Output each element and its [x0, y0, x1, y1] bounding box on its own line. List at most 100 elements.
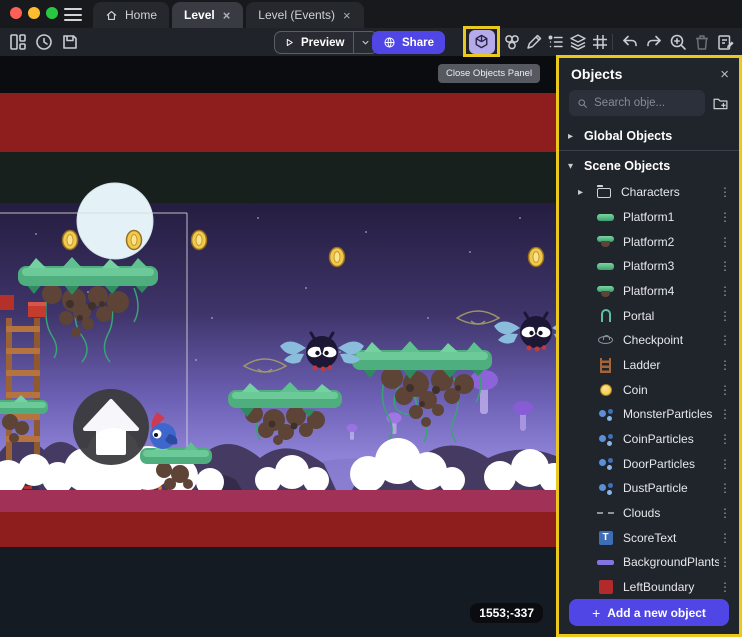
- add-folder-icon[interactable]: [712, 95, 729, 112]
- tab-bar: Home Level × Level (Events) ×: [93, 2, 364, 28]
- tab-level[interactable]: Level ×: [172, 2, 243, 28]
- kebab-menu-icon[interactable]: ⋮: [719, 259, 731, 273]
- preview-label: Preview: [301, 37, 344, 49]
- scene-bottom-void: [0, 547, 556, 637]
- object-row-dustparticle[interactable]: DustParticle ⋮: [559, 476, 739, 501]
- kebab-menu-icon[interactable]: ⋮: [719, 506, 731, 520]
- titlebar: Home Level × Level (Events) ×: [0, 0, 742, 28]
- history-icon[interactable]: [34, 32, 54, 52]
- toolbar-separator: [612, 34, 613, 50]
- object-row-ladder[interactable]: Ladder ⋮: [559, 353, 739, 378]
- object-row-checkpoint[interactable]: Checkpoint ⋮: [559, 328, 739, 353]
- zoom-in-icon[interactable]: [668, 32, 688, 52]
- kebab-menu-icon[interactable]: ⋮: [719, 210, 731, 224]
- grid-icon[interactable]: [590, 32, 610, 52]
- text-thumbnail-icon: [599, 531, 613, 545]
- kebab-menu-icon[interactable]: ⋮: [719, 333, 731, 347]
- toolbar: Preview Share: [0, 28, 742, 56]
- search-input-wrapper[interactable]: [569, 90, 705, 116]
- undo-icon[interactable]: [620, 32, 640, 52]
- tab-close-icon[interactable]: ×: [342, 9, 352, 22]
- add-object-label: Add a new object: [607, 606, 706, 620]
- tooltip-text: Close Objects Panel: [446, 68, 532, 79]
- tab-home[interactable]: Home: [93, 2, 169, 28]
- tab-level-events[interactable]: Level (Events) ×: [246, 2, 363, 28]
- kebab-menu-icon[interactable]: ⋮: [719, 185, 731, 199]
- object-folder-characters[interactable]: ▸ Characters ⋮: [559, 180, 739, 205]
- kebab-menu-icon[interactable]: ⋮: [719, 580, 731, 594]
- object-row-platform4[interactable]: Platform4 ⋮: [559, 279, 739, 304]
- tooltip: Close Objects Panel: [438, 64, 540, 83]
- platform-thumbnail-icon: [597, 263, 614, 270]
- layers-icon[interactable]: [568, 32, 588, 52]
- chevron-right-icon[interactable]: ▸: [578, 187, 587, 198]
- main-menu-icon[interactable]: [64, 8, 82, 21]
- scene-properties-icon[interactable]: [716, 32, 736, 52]
- object-row-backgroundplants[interactable]: BackgroundPlants ⋮: [559, 550, 739, 575]
- particles-thumbnail-icon: [598, 407, 613, 422]
- search-input[interactable]: [594, 97, 697, 109]
- kebab-menu-icon[interactable]: ⋮: [719, 555, 731, 569]
- platform-thumbnail-icon: [597, 286, 614, 297]
- kebab-menu-icon[interactable]: ⋮: [719, 235, 731, 249]
- redo-icon[interactable]: [644, 32, 664, 52]
- object-row-platform2[interactable]: Platform2 ⋮: [559, 229, 739, 254]
- kebab-menu-icon[interactable]: ⋮: [719, 457, 731, 471]
- preview-button[interactable]: Preview: [274, 31, 378, 54]
- kebab-menu-icon[interactable]: ⋮: [719, 432, 731, 446]
- object-row-coin[interactable]: Coin ⋮: [559, 377, 739, 402]
- ladder-thumbnail-icon: [600, 358, 611, 373]
- object-groups-icon[interactable]: [546, 32, 566, 52]
- kebab-menu-icon[interactable]: ⋮: [719, 358, 731, 372]
- share-button[interactable]: Share: [372, 31, 445, 54]
- plus-icon: +: [592, 605, 600, 621]
- window-close-button[interactable]: [10, 7, 22, 19]
- kebab-menu-icon[interactable]: ⋮: [719, 309, 731, 323]
- bottom-boundary-band[interactable]: [0, 512, 556, 547]
- panels-layout-icon[interactable]: [8, 32, 28, 52]
- bottom-magenta-band: [0, 490, 556, 512]
- particles-thumbnail-icon: [598, 432, 613, 447]
- save-icon[interactable]: [60, 32, 80, 52]
- section-global-objects[interactable]: ▸ Global Objects: [559, 124, 739, 148]
- object-row-doorparticles[interactable]: DoorParticles ⋮: [559, 451, 739, 476]
- object-row-leftboundary[interactable]: LeftBoundary ⋮: [559, 575, 739, 600]
- kebab-menu-icon[interactable]: ⋮: [719, 407, 731, 421]
- pencil-icon[interactable]: [524, 32, 544, 52]
- jump-button-object[interactable]: [73, 389, 149, 465]
- chevron-right-icon[interactable]: ▸: [568, 131, 577, 142]
- window-minimize-button[interactable]: [28, 7, 40, 19]
- instances-icon[interactable]: [502, 32, 522, 52]
- chevron-down-icon: [360, 37, 371, 48]
- section-scene-objects[interactable]: ▾ Scene Objects: [559, 154, 739, 178]
- scene-canvas[interactable]: 1553;-337: [0, 56, 556, 637]
- object-row-monsterparticles[interactable]: MonsterParticles ⋮: [559, 402, 739, 427]
- moon-object[interactable]: [77, 183, 153, 259]
- kebab-menu-icon[interactable]: ⋮: [719, 481, 731, 495]
- portal-thumbnail-icon: [601, 309, 611, 322]
- object-row-scoretext[interactable]: ScoreText ⋮: [559, 525, 739, 550]
- dark-band: [0, 152, 556, 203]
- object-row-coinparticles[interactable]: CoinParticles ⋮: [559, 427, 739, 452]
- app-window: Home Level × Level (Events) × Preview: [0, 0, 742, 637]
- object-row-clouds[interactable]: Clouds ⋮: [559, 501, 739, 526]
- add-new-object-button[interactable]: + Add a new object: [569, 599, 729, 626]
- trash-icon[interactable]: [692, 32, 712, 52]
- top-boundary-band[interactable]: [0, 93, 556, 152]
- object-list: ▸ Characters ⋮ Platform1 ⋮ Platform2 ⋮ P…: [559, 178, 739, 634]
- object-row-platform1[interactable]: Platform1 ⋮: [559, 205, 739, 230]
- chevron-down-icon[interactable]: ▾: [568, 161, 577, 172]
- object-row-platform3[interactable]: Platform3 ⋮: [559, 254, 739, 279]
- kebab-menu-icon[interactable]: ⋮: [719, 284, 731, 298]
- plants-thumbnail-icon: [597, 560, 614, 565]
- left-boundary-block[interactable]: [0, 295, 14, 310]
- play-icon: [284, 37, 295, 48]
- close-icon[interactable]: ×: [720, 67, 729, 82]
- objects-panel-toggle-button[interactable]: [469, 30, 495, 54]
- object-row-portal[interactable]: Portal ⋮: [559, 303, 739, 328]
- window-zoom-button[interactable]: [46, 7, 58, 19]
- tab-close-icon[interactable]: ×: [222, 9, 232, 22]
- kebab-menu-icon[interactable]: ⋮: [719, 531, 731, 545]
- kebab-menu-icon[interactable]: ⋮: [719, 383, 731, 397]
- particles-thumbnail-icon: [598, 481, 613, 496]
